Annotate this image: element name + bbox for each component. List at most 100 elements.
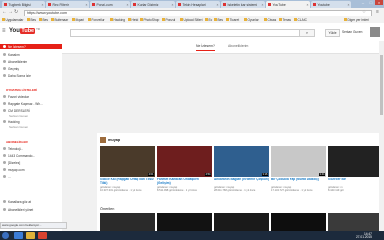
subscription-item[interactable]: Teknoloji... bbox=[3, 146, 61, 151]
playlist-item[interactable]: Favori videolar bbox=[3, 94, 61, 99]
close-icon[interactable]: × bbox=[348, 3, 350, 7]
ie-icon[interactable] bbox=[14, 232, 23, 239]
browser-tab[interactable]: Kurlar Dizimiz × bbox=[131, 1, 175, 8]
channel-name[interactable]: muyap bbox=[108, 138, 120, 142]
recommended-video-thumbnail[interactable] bbox=[271, 213, 326, 231]
browser-tab[interactable]: Iskeletin kar sistemi × bbox=[221, 1, 265, 8]
window-close-icon[interactable]: × bbox=[375, 0, 383, 5]
recommended-video-thumbnail[interactable] bbox=[214, 213, 269, 231]
bookmark-item[interactable]: Ciwas bbox=[264, 18, 277, 22]
recommended-video-thumbnail[interactable] bbox=[328, 213, 379, 231]
video-thumbnail[interactable] bbox=[328, 146, 379, 177]
close-icon[interactable]: × bbox=[307, 3, 309, 7]
bookmark-item[interactable]: Diger yer imleri bbox=[344, 18, 369, 22]
playlist-icon bbox=[3, 109, 6, 112]
sidebar-item-manage-subscriptions[interactable]: Abonelikleri yönet bbox=[3, 207, 61, 212]
chrome-icon[interactable] bbox=[38, 232, 47, 239]
recommended-heading: Önerilen bbox=[100, 207, 115, 211]
video-title[interactable]: Fahmet Kalfacan Ondaşken (Gelişim) bbox=[157, 178, 212, 186]
avatar[interactable] bbox=[370, 27, 380, 37]
search-button[interactable]: ⌕ bbox=[299, 29, 315, 37]
video-thumbnail[interactable]: 3:16 bbox=[214, 146, 269, 177]
video-title[interactable]: Gökce Kal (Rapgatı Ortaç Ilan Tılsiz Til… bbox=[100, 178, 155, 186]
reload-icon[interactable]: ↻ bbox=[14, 9, 19, 15]
bookmark-item[interactable]: Upload Sitleri bbox=[180, 18, 203, 22]
subscription-item[interactable]: ... bbox=[3, 174, 61, 179]
bookmark-item[interactable]: Buitenaar bbox=[51, 18, 69, 22]
bookmark-item[interactable]: Hetd bbox=[128, 18, 139, 22]
start-button[interactable] bbox=[2, 232, 9, 239]
bookmark-item[interactable]: Bes bbox=[39, 18, 49, 22]
tab-my-subscriptions[interactable]: Aboneliklerim bbox=[228, 44, 248, 48]
browser-tab[interactable]: Tekin Hesaplari × bbox=[176, 1, 220, 8]
channel-avatar[interactable] bbox=[100, 137, 106, 143]
playlist-item[interactable]: Rapgate Kaçmaz - Wh... bbox=[3, 101, 61, 106]
video-thumbnail[interactable]: 4:54 bbox=[157, 146, 212, 177]
upload-button[interactable]: Yükle bbox=[325, 29, 340, 37]
bookmark-item[interactable]: Uygulamalar bbox=[2, 18, 24, 22]
video-thumbnail[interactable]: 4:01 bbox=[100, 146, 155, 177]
playlist-item[interactable]: Hacking bbox=[3, 119, 61, 124]
video-title[interactable]: Gözeller Bir bbox=[328, 178, 379, 186]
close-icon[interactable]: × bbox=[262, 3, 264, 7]
subscription-item[interactable]: [Dizelez] bbox=[3, 160, 61, 165]
bookmark-star-icon[interactable]: ☆ bbox=[362, 9, 366, 15]
history-icon bbox=[3, 67, 6, 70]
sidebar-item-what-to-watch[interactable]: Ne İzlesem? bbox=[0, 44, 62, 49]
user-name[interactable]: Serkan Guven bbox=[342, 30, 362, 34]
subscription-item[interactable]: muyap.com bbox=[3, 167, 61, 172]
tab-what-to-watch[interactable]: Ne İzlesem? bbox=[196, 44, 215, 51]
browser-tab[interactable]: Youtube × bbox=[311, 1, 351, 8]
bookmark-item[interactable]: Tenas bbox=[279, 18, 292, 22]
recommended-video-thumbnail[interactable] bbox=[100, 213, 155, 231]
browser-tab[interactable]: Tugberk Bilgisi × bbox=[2, 1, 45, 8]
folder-icon[interactable] bbox=[26, 232, 35, 239]
playlist-item[interactable]: CM DERSLERİ bbox=[3, 108, 61, 113]
video-duration: 3:44 bbox=[318, 173, 325, 176]
maximize-icon[interactable]: □ bbox=[367, 0, 375, 5]
sidebar-item-browse-channels[interactable]: Kanallara göz at bbox=[3, 199, 61, 204]
video-title[interactable]: Bir Çocukla Yap (Murat Dalkılıç) bbox=[271, 178, 326, 186]
close-icon[interactable]: × bbox=[86, 3, 88, 7]
video-meta: gönderen: muyap 8.511.998 görüntüleme · … bbox=[157, 186, 197, 192]
sidebar-item-watch-later[interactable]: Daha Sonra İzle bbox=[3, 73, 61, 78]
bookmark-item[interactable]: CLAIC bbox=[294, 18, 307, 22]
bookmark-item[interactable]: Bes bbox=[27, 18, 37, 22]
browser-tab-active[interactable]: YouTube × bbox=[266, 1, 310, 8]
bookmark-item[interactable]: Bes bbox=[214, 18, 224, 22]
youtube-logo[interactable]: You Tube TR bbox=[9, 27, 40, 35]
video-meta: gönderen: muyap 28.011.768 görüntüleme ·… bbox=[214, 186, 256, 192]
channel-avatar-icon bbox=[3, 154, 6, 157]
guide-menu-icon[interactable]: ≡ bbox=[2, 28, 6, 34]
bookmark-item[interactable]: Fonveilur bbox=[88, 18, 105, 22]
bookmark-item[interactable]: PhotoShop bbox=[140, 18, 160, 22]
bookmark-item[interactable]: Ilkpari bbox=[72, 18, 85, 22]
browser-menu-icon[interactable]: ≡ bbox=[376, 9, 379, 15]
bookmark-item[interactable]: Oyunlar bbox=[244, 18, 259, 22]
bookmark-item[interactable]: Ponzul bbox=[162, 18, 176, 22]
subscription-item[interactable]: 1443 Commando... bbox=[3, 153, 61, 158]
browser-tab[interactable]: Rec Filterir × bbox=[46, 1, 89, 8]
sidebar-item-my-channel[interactable]: Kanalım bbox=[3, 52, 61, 57]
close-icon[interactable]: × bbox=[217, 3, 219, 7]
video-thumbnail[interactable]: 3:44 bbox=[271, 146, 326, 177]
search-input[interactable] bbox=[70, 29, 302, 37]
video-meta: gönderen: muyap 10.337.331 görüntüleme ·… bbox=[100, 186, 142, 192]
sidebar-item-subscriptions[interactable]: Aboneliklerim bbox=[3, 59, 61, 64]
minimize-icon[interactable]: – bbox=[359, 0, 367, 5]
video-title[interactable]: Ankaranın Bağları (Erdemir Çoşkun) bbox=[214, 178, 269, 186]
bookmark-item[interactable]: Hacking bbox=[110, 18, 126, 22]
system-clock[interactable]: 14:47 27.01.2015 bbox=[356, 232, 372, 239]
gear-icon bbox=[3, 208, 6, 211]
close-icon[interactable]: × bbox=[42, 3, 44, 7]
close-icon[interactable]: × bbox=[172, 3, 174, 7]
close-icon[interactable]: × bbox=[127, 3, 129, 7]
bookmark-item[interactable]: Ec bbox=[205, 18, 213, 22]
video-meta: gönderen: m 8.443.119 gör bbox=[328, 186, 344, 192]
browser-tab-strip: Tugberk Bilgisi × Rec Filterir × Ponzi-cum… bbox=[0, 0, 384, 8]
sidebar-item-history[interactable]: Geçmiş bbox=[3, 66, 61, 71]
bookmark-item[interactable]: Ticaret bbox=[226, 18, 240, 22]
browser-tab[interactable]: Ponzi-cum × bbox=[90, 1, 130, 8]
recommended-video-thumbnail[interactable] bbox=[157, 213, 212, 231]
scrollbar-thumb[interactable] bbox=[380, 55, 383, 115]
